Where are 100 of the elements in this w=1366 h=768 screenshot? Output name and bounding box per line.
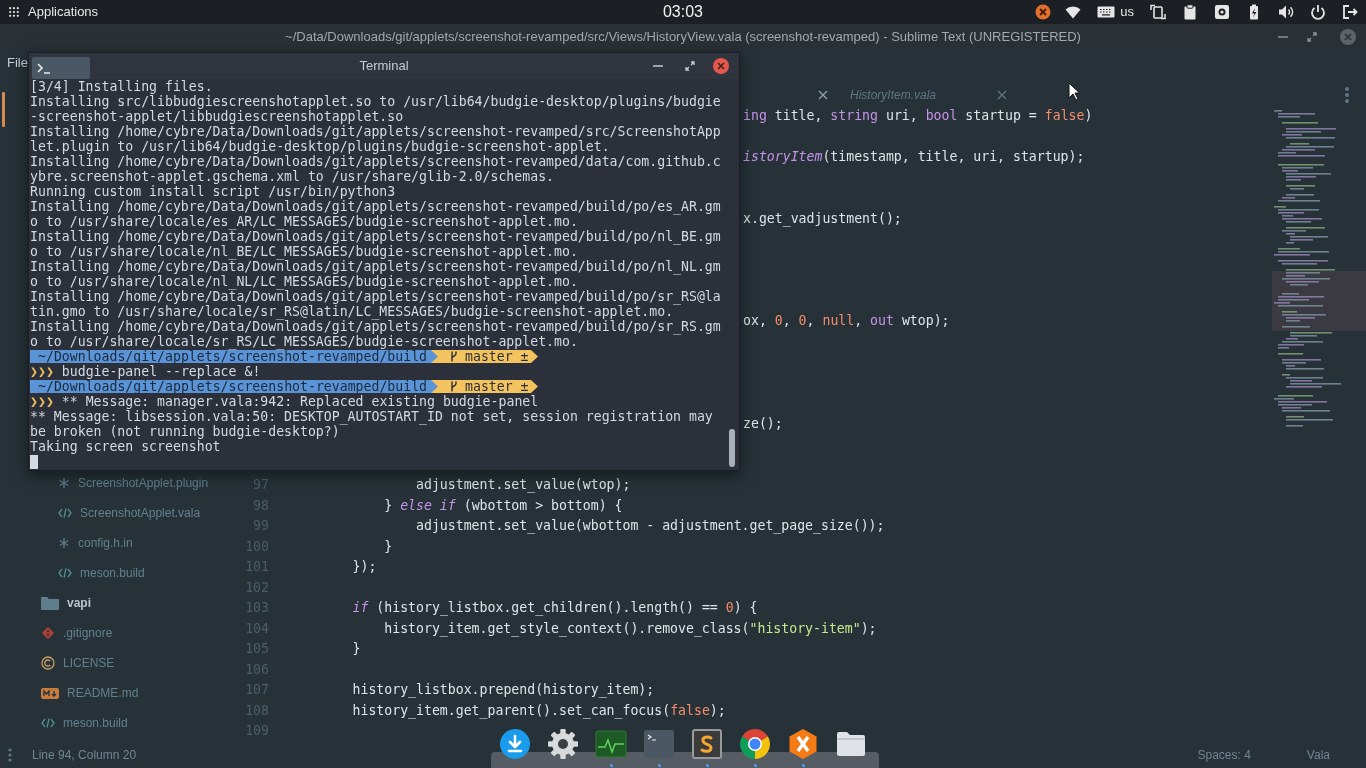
terminal-output-line: o to /usr/share/locale/nl_BE/LC_MESSAGES/budgie-screenshot-applet.mo. — [30, 244, 578, 259]
close-icon[interactable] — [713, 58, 729, 74]
maximize-icon[interactable] — [1307, 32, 1317, 42]
code-line: history_listbox.prepend(history_item); — [352, 681, 655, 700]
power-icon[interactable] — [1310, 4, 1326, 20]
branch-icon — [450, 351, 459, 362]
terminal-output-line: be broken (not running budgie-desktop?) — [30, 424, 340, 439]
code-line: } else if (wbottom > bottom) { — [384, 496, 623, 515]
terminal-output-line: Installing /home/cybre/Data/Downloads/git/applets/screenshot-revamped/src/ScreenshotApp — [30, 124, 721, 139]
segmented-ring-icon[interactable] — [739, 728, 771, 760]
window-title: Terminal — [359, 57, 409, 76]
command-text: ** Message: manager.vala:942: Replaced existing budgie-panel — [61, 394, 539, 409]
terminal-output-line: ** Message: libsession.vala:50: DESKTOP_AUTOSTART_ID not set, session registration may — [30, 409, 713, 424]
more-options-icon[interactable] — [1345, 87, 1349, 103]
letter-s-tile-icon[interactable] — [691, 728, 723, 760]
sidebar-item[interactable]: meson.build — [41, 708, 128, 738]
download-icon[interactable] — [499, 728, 531, 760]
code-icon — [41, 718, 55, 728]
logout-icon[interactable] — [1342, 4, 1358, 20]
segment-arrow-icon — [431, 380, 439, 393]
segment-arrow-icon — [431, 350, 439, 363]
close-icon[interactable] — [818, 90, 828, 100]
code-line: history_item.get_style_context().remove_class("history-item"); — [384, 619, 877, 639]
terminal-output-line: -screenshot-applet/libbudgiescreenshotapplet.so — [30, 109, 404, 124]
terminal-output-line: [3/4] Installing files. — [30, 79, 213, 94]
terminal-output-line: Taking screen screenshot — [30, 439, 221, 454]
code-line: } — [352, 640, 361, 659]
terminal-output-line: ybre.screenshot-applet.gschema.xml to /usr/share/glib-2.0/schemas. — [30, 169, 554, 184]
indentation-setting[interactable]: Spaces: 4 — [1197, 746, 1251, 764]
terminal-output-line: Installing /home/cybre/Data/Downloads/git/applets/screenshot-revamped/build/po/sr_RS.gm — [30, 319, 721, 334]
maximize-icon[interactable] — [685, 61, 695, 71]
keyboard-layout-button[interactable]: us — [1097, 2, 1134, 22]
screen-rotation-icon[interactable] — [1150, 4, 1166, 20]
asterisk-icon — [58, 537, 70, 549]
terminal-output-line: o to /usr/share/locale/nl_NL/LC_MESSAGES/budgie-screenshot-applet.mo. — [30, 274, 578, 289]
terminal-output-line: o to /usr/share/locale/sr_RS/LC_MESSAGES/budgie-screenshot-applet.mo. — [30, 334, 578, 349]
sidebar-item[interactable]: README.md — [41, 678, 139, 708]
branch-icon — [450, 381, 459, 392]
clipboard-icon[interactable] — [1182, 4, 1198, 20]
terminal-output-line: Installing /home/cybre/Data/Downloads/git/applets/screenshot-revamped/build/po/nl_BE.gm — [30, 229, 721, 244]
sidebar-item[interactable]: .gitignore — [41, 618, 113, 648]
terminal-icon[interactable] — [32, 57, 90, 79]
code-line: } — [384, 537, 393, 556]
code-line: ze(); — [743, 414, 783, 433]
x-circle-icon[interactable] — [1035, 4, 1052, 20]
clock[interactable]: 03:03 — [662, 0, 703, 24]
code-line: istoryItem(timestamp, title, uri, startup); — [743, 148, 1085, 167]
command-text: budgie-panel --replace &! — [61, 364, 261, 379]
active-file-marker — [2, 92, 5, 127]
asterisk-icon — [58, 477, 70, 489]
volume-icon[interactable] — [1278, 4, 1294, 20]
code-line: ox, 0, 0, null, out wtop); — [743, 312, 950, 331]
wifi-icon[interactable] — [1065, 5, 1082, 19]
terminal-output-line: Installing /home/cybre/Data/Downloads/git/applets/screenshot-revamped/build/po/es_AR.gm — [30, 199, 721, 214]
hexagon-icon[interactable] — [787, 728, 819, 760]
terminal-output-line: Installing /home/cybre/Data/Downloads/git/applets/screenshot-revamped/data/com.github.c — [30, 154, 721, 169]
branch-name: master ± — [465, 380, 529, 393]
markdown-icon — [41, 687, 59, 699]
pulse-monitor-icon[interactable] — [595, 728, 627, 760]
terminal-output-line: tin.gmo to /usr/share/locale/sr_RS@latin/LC_MESSAGES/budgie-screenshot-applet.mo. — [30, 304, 674, 319]
syntax-setting[interactable]: Vala — [1306, 746, 1330, 764]
code-line: history_item.get_parent().set_can_focus(false); — [352, 701, 726, 721]
code-line: }); — [352, 558, 377, 577]
terminal-output-line: Installing /home/cybre/Data/Downloads/git/applets/screenshot-revamped/build/po/nl_NL.gm — [30, 259, 721, 274]
sidebar-item[interactable]: ScreenshotApplet.vala — [58, 498, 201, 528]
terminal-output-line: let.plugin to /usr/lib64/budgie-desktop/plugins/budgie-screenshot-applet. — [30, 139, 610, 154]
menu-item[interactable]: File — [7, 53, 28, 73]
record-icon[interactable] — [1214, 4, 1230, 20]
text-cursor — [30, 454, 38, 469]
code-line: adjustment.set_value(wtop); — [416, 476, 631, 495]
terminal-output-line: Running custom install script /usr/bin/python3 — [30, 184, 396, 199]
window-title: ~/Data/Downloads/git/applets/screenshot-revamped/src/Views/HistoryView.vala (screenshot-revamped) - Sublime Text (UNREGISTERED) — [285, 28, 1081, 47]
sidebar-item[interactable]: meson.build — [58, 558, 145, 588]
scrollbar-thumb[interactable] — [729, 429, 735, 467]
vertical-dots-icon[interactable] — [8, 748, 12, 762]
sidebar-item[interactable]: config.h.in — [58, 528, 133, 558]
folder-icon — [41, 596, 59, 610]
cursor-position: Line 94, Column 20 — [32, 747, 137, 764]
code-line: if (history_listbox.get_children().length() == 0) { — [352, 599, 758, 618]
keyboard-icon — [1097, 6, 1116, 18]
sidebar-item[interactable]: ScreenshotApplet.plugin — [58, 468, 209, 498]
tab[interactable]: HistoryItem.vala — [850, 86, 937, 104]
applications-menu[interactable]: Applications — [9, 2, 99, 22]
gear-icon[interactable] — [547, 728, 579, 760]
code-icon — [58, 568, 72, 578]
sidebar-item[interactable]: vapi — [41, 588, 91, 618]
code-line: x.get_vadjustment(); — [743, 209, 902, 229]
close-icon[interactable] — [997, 90, 1007, 100]
code-line: adjustment.set_value(wbottom - adjustment.get_page_size()); — [416, 517, 885, 536]
code-line: ing title, string uri, bool startup = false) — [743, 107, 1093, 126]
sidebar-item[interactable]: LICENSE — [41, 648, 115, 678]
grid-icon — [9, 7, 19, 17]
prompt-symbol: ❯❯❯ — [30, 394, 54, 409]
prompt-symbol: ❯❯❯ — [30, 364, 54, 379]
terminal-output-line: Installing src/libbudgiescreenshotapplet.so to /usr/lib64/budgie-desktop/plugins/budgie — [30, 94, 721, 109]
code-icon — [58, 508, 72, 518]
terminal-output-line: o to /usr/share/locale/es_AR/LC_MESSAGES/budgie-screenshot-applet.mo. — [30, 214, 578, 229]
copyright-icon — [41, 656, 55, 670]
mouse-pointer-icon — [1068, 82, 1080, 101]
branch-name: master ± — [465, 350, 529, 363]
